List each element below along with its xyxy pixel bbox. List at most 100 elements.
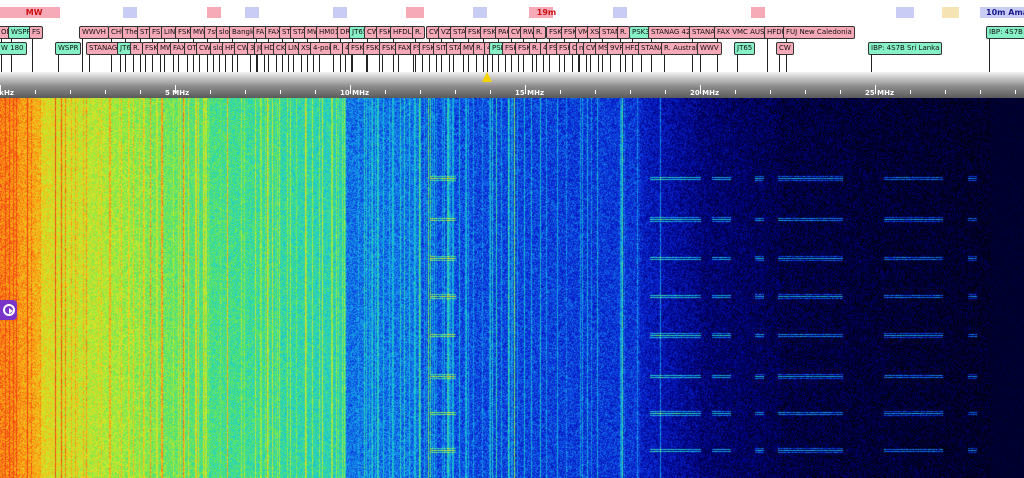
label-stem	[559, 55, 560, 72]
frequency-scale[interactable]: 0 kHz 5 MHz 10 MHz 15 MHz 20 MHz 25 MHz	[0, 72, 1024, 98]
label-stem	[250, 55, 251, 72]
label-stem	[586, 55, 587, 72]
label-stem	[1, 55, 2, 72]
frequency-tick-label: 5 MHz	[165, 89, 190, 97]
band-segment-b10[interactable]	[896, 7, 914, 18]
frequency-tick-label: 15 MHz	[515, 89, 545, 97]
minor-tick	[630, 90, 631, 94]
label-stem	[476, 55, 477, 72]
band-segment-b6[interactable]	[472, 7, 487, 18]
station-label[interactable]: WSPR	[55, 42, 82, 55]
label-stem	[463, 55, 464, 72]
station-labels[interactable]: ON WSPR FS WWVH CHU The ST FS LIN FSK MW 7st slo Bang…	[0, 24, 1024, 72]
play-button[interactable]	[0, 300, 17, 320]
station-label[interactable]: WWV	[697, 42, 722, 55]
band-segment-b4[interactable]	[332, 7, 347, 18]
label-stem	[767, 39, 768, 72]
band-segment-b8[interactable]	[612, 7, 627, 18]
minor-tick	[980, 90, 981, 94]
label-stem	[532, 55, 533, 72]
label-stem	[301, 55, 302, 72]
label-stem	[610, 55, 611, 72]
label-stem	[160, 55, 161, 72]
station-label[interactable]: R.	[330, 42, 343, 55]
label-stem	[187, 55, 188, 72]
tuner-marker-icon[interactable]	[481, 72, 492, 82]
station-label[interactable]: FUJ New Caledonia	[783, 26, 855, 39]
minor-tick	[490, 90, 491, 94]
frequency-tick-label: 25 MHz	[865, 89, 895, 97]
label-stem	[518, 55, 519, 72]
label-stem	[333, 55, 334, 72]
label-stem	[120, 55, 121, 72]
station-label[interactable]: R.	[617, 26, 630, 39]
minor-tick	[805, 90, 806, 94]
band-segment-b9[interactable]	[750, 7, 765, 18]
label-stem	[871, 55, 872, 72]
minor-tick	[595, 90, 596, 94]
label-stem	[89, 55, 90, 72]
minor-tick	[315, 90, 316, 94]
label-stem	[313, 55, 314, 72]
minor-tick	[35, 90, 36, 94]
station-label[interactable]: R.	[130, 42, 143, 55]
band-segment-b11[interactable]	[941, 7, 959, 18]
minor-tick	[455, 90, 456, 94]
minor-tick	[210, 90, 211, 94]
play-circle-icon	[3, 304, 15, 316]
station-label[interactable]: R.	[412, 26, 425, 39]
frequency-tick-label: 20 MHz	[690, 89, 720, 97]
label-stem	[543, 55, 544, 72]
minor-tick	[385, 90, 386, 94]
label-stem	[779, 55, 780, 72]
minor-tick	[70, 90, 71, 94]
label-stem	[579, 55, 580, 72]
frequency-tick-label: 0 kHz	[0, 89, 14, 97]
minor-tick	[560, 90, 561, 94]
band-segment-b2[interactable]	[206, 7, 221, 18]
label-stem	[398, 55, 399, 72]
label-stem	[737, 55, 738, 72]
band-segment-b1[interactable]	[122, 7, 137, 18]
minor-tick	[665, 90, 666, 94]
minor-tick	[945, 90, 946, 94]
frequency-tick-label: 10 MHz	[340, 89, 370, 97]
minor-tick	[910, 90, 911, 94]
station-label[interactable]: IBP: 4S7B Sri Lanka	[868, 42, 943, 55]
label-stem	[664, 55, 665, 72]
band-bar[interactable]: MW 19m 10m Ama	[0, 0, 1024, 24]
spectrum-waterfall[interactable]	[0, 98, 1024, 478]
label-stem	[366, 55, 367, 72]
label-stem	[58, 55, 59, 72]
band-segment-b5[interactable]	[406, 7, 424, 18]
label-stem	[572, 55, 573, 72]
label-stem	[213, 55, 214, 72]
station-label[interactable]: JT65	[734, 42, 756, 55]
station-label[interactable]: W 180	[0, 42, 27, 55]
station-label[interactable]: R.	[533, 26, 546, 39]
minor-tick	[105, 90, 106, 94]
label-stem	[413, 55, 414, 72]
station-label[interactable]: STANAG	[86, 42, 121, 55]
label-stem	[199, 55, 200, 72]
label-stem	[700, 55, 701, 72]
minor-tick	[770, 90, 771, 94]
station-label[interactable]: CW	[776, 42, 794, 55]
minor-tick	[140, 90, 141, 94]
band-segment-b3[interactable]	[245, 7, 259, 18]
waterfall-canvas[interactable]	[0, 98, 1024, 478]
label-stem	[487, 55, 488, 72]
label-stem	[288, 55, 289, 72]
label-stem	[492, 55, 493, 72]
station-label[interactable]: WWVH	[79, 26, 109, 39]
label-stem	[449, 55, 450, 72]
station-label[interactable]: FS	[29, 26, 44, 39]
label-stem	[133, 55, 134, 72]
band-label-m19: 19m	[536, 8, 557, 17]
station-label[interactable]: R. Austral	[661, 42, 701, 55]
station-label[interactable]: FAX VMC AUS	[714, 26, 768, 39]
station-label[interactable]: IBP: 4S7B Sri Lanka	[986, 26, 1024, 39]
station-label[interactable]: HFDL	[390, 26, 415, 39]
label-stem	[145, 55, 146, 72]
label-stem	[32, 39, 33, 72]
